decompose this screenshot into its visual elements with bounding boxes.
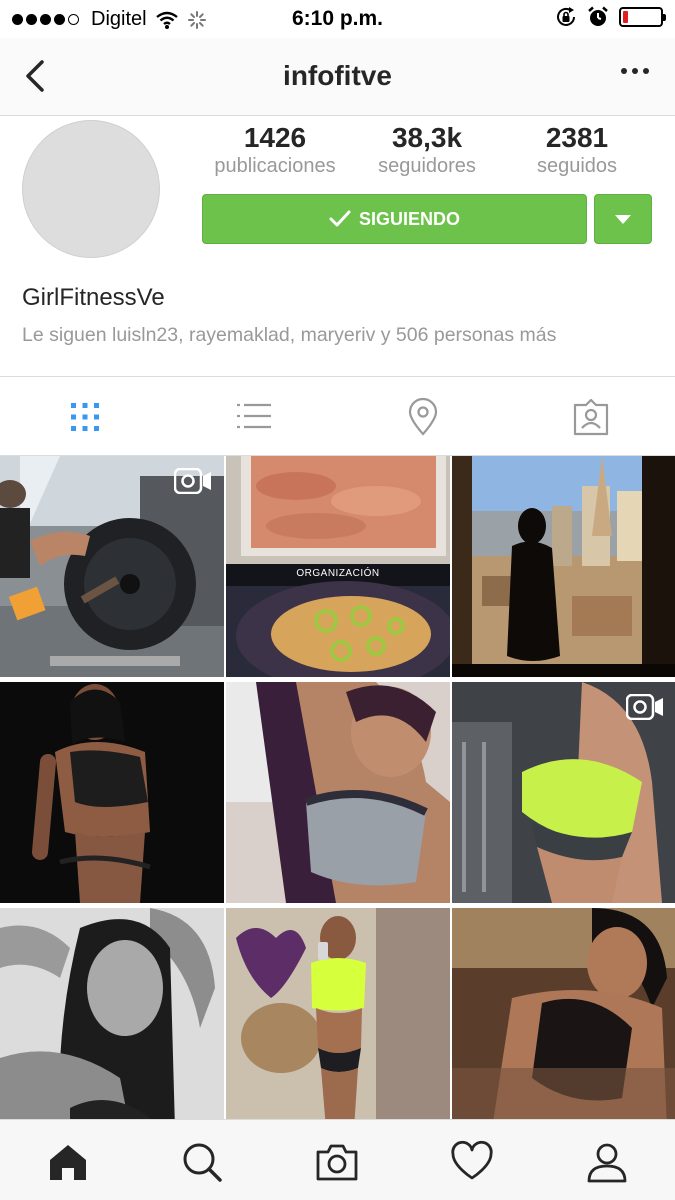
page-title: infofitve: [283, 60, 392, 91]
profile-name: GirlFitnessVe: [22, 284, 165, 311]
grid-post[interactable]: ORGANIZACIÓN: [226, 456, 450, 677]
post-image: [226, 908, 450, 1129]
post-image: [0, 908, 224, 1129]
location-pin-icon[interactable]: [403, 397, 443, 437]
avatar[interactable]: [22, 120, 160, 258]
stat-value: 2381: [545, 122, 609, 153]
heart-icon[interactable]: [450, 1140, 494, 1184]
post-image: [0, 682, 224, 903]
following-button-label: SIGUIENDO: [358, 208, 460, 229]
stat-label: seguidores: [378, 155, 476, 177]
battery-icon: [619, 7, 666, 27]
video-camera-icon: [626, 694, 663, 720]
profile-stats: 1426 publicaciones 38,3k seguidores 2381…: [200, 122, 655, 182]
grid-post[interactable]: [226, 682, 450, 903]
tagged-icon[interactable]: [571, 397, 611, 437]
list-icon[interactable]: [234, 397, 274, 437]
stat-value: 38,3k: [391, 122, 463, 153]
battery-level: [623, 11, 629, 23]
grid-post[interactable]: [452, 682, 675, 903]
grid-post[interactable]: [226, 908, 450, 1129]
status-bar: Digitel 6:10 p.m.: [0, 0, 675, 38]
following-button[interactable]: SIGUIENDO: [202, 194, 587, 244]
bottom-tab-bar: [0, 1119, 675, 1200]
photo-grid: ORGANIZACIÓN: [0, 456, 675, 1129]
stat-posts[interactable]: 1426 publicaciones: [200, 122, 350, 178]
grid-post[interactable]: [0, 682, 224, 903]
checkmark-icon: [329, 210, 351, 227]
status-right: [555, 6, 666, 28]
post-overlay-caption: ORGANIZACIÓN: [296, 568, 380, 579]
post-image: [452, 456, 675, 677]
home-icon[interactable]: [46, 1140, 90, 1184]
camera-icon[interactable]: [315, 1140, 359, 1184]
grid-post[interactable]: [452, 456, 675, 677]
post-image: [226, 682, 450, 903]
stat-label: publicaciones: [214, 155, 336, 177]
profile-icon[interactable]: [585, 1140, 629, 1184]
grid-icon[interactable]: [65, 397, 105, 437]
stat-followers[interactable]: 38,3k seguidores: [352, 122, 502, 178]
stat-following[interactable]: 2381 seguidos: [502, 122, 652, 178]
more-dots-icon[interactable]: [621, 68, 649, 74]
followed-by-text[interactable]: Le siguen luisln23, rayemaklad, maryeriv…: [22, 324, 556, 347]
stat-label: seguidos: [536, 155, 618, 177]
grid-post[interactable]: [0, 908, 224, 1129]
triangle-down-icon: [615, 214, 631, 224]
navigation-bar: infofitve: [0, 38, 675, 116]
rotation-lock-icon: [557, 7, 575, 26]
post-image: [226, 456, 450, 677]
grid-post[interactable]: [452, 908, 675, 1129]
grid-post[interactable]: [0, 456, 224, 677]
suggestions-dropdown-button[interactable]: [594, 194, 652, 244]
search-icon[interactable]: [180, 1140, 224, 1184]
alarm-icon: [588, 6, 608, 26]
stat-value: 1426: [243, 122, 307, 153]
post-image: [452, 908, 675, 1129]
profile-view-tabs: [0, 376, 675, 456]
video-camera-icon: [174, 468, 211, 494]
